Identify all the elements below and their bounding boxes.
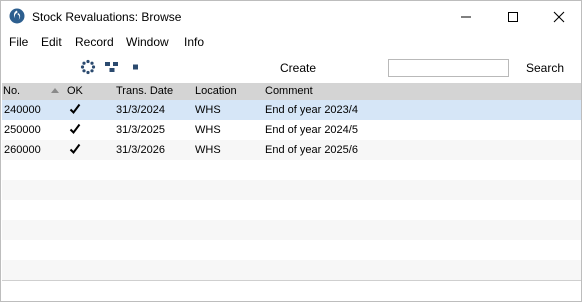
cell-location: WHS (195, 104, 221, 116)
column-header-no[interactable]: No. (3, 85, 20, 97)
title-bar: Stock Revaluations: Browse (1, 1, 581, 32)
table-header: No. OK Trans. Date Location Comment (2, 83, 581, 100)
maximize-button[interactable] (490, 1, 536, 32)
empty-row (2, 220, 581, 240)
close-icon (553, 11, 565, 22)
menu-bar: File Edit Record Window Info (1, 32, 581, 52)
gear-dots-icon[interactable] (80, 59, 96, 75)
table-body: 240000 31/3/2024 WHS End of year 2023/4 … (2, 100, 581, 280)
column-header-trans-date[interactable]: Trans. Date (116, 85, 173, 97)
empty-row (2, 200, 581, 220)
checkmark-icon (69, 123, 81, 135)
window-title: Stock Revaluations: Browse (32, 10, 182, 24)
cell-no: 260000 (4, 144, 41, 156)
sort-ascending-icon (51, 88, 59, 93)
column-header-location[interactable]: Location (195, 85, 237, 97)
app-window: Stock Revaluations: Browse File Edit Rec… (0, 0, 582, 302)
menu-file[interactable]: File (9, 35, 28, 49)
cell-location: WHS (195, 124, 221, 136)
table-row[interactable]: 240000 31/3/2024 WHS End of year 2023/4 (2, 100, 581, 120)
status-divider (2, 280, 581, 281)
minimize-icon (461, 16, 471, 17)
menu-record[interactable]: Record (75, 35, 114, 49)
cell-no: 240000 (4, 104, 41, 116)
app-logo-icon (9, 8, 25, 24)
cell-comment: End of year 2025/6 (265, 144, 358, 156)
empty-row (2, 160, 581, 180)
empty-row (2, 180, 581, 200)
column-header-ok[interactable]: OK (67, 85, 83, 97)
close-button[interactable] (536, 1, 582, 32)
search-button[interactable]: Search (526, 61, 564, 75)
column-header-comment[interactable]: Comment (265, 85, 313, 97)
checkmark-icon (69, 143, 81, 155)
search-input[interactable] (388, 59, 509, 77)
toolbar: Create Search (1, 52, 581, 83)
cell-location: WHS (195, 144, 221, 156)
empty-row (2, 240, 581, 260)
table-row[interactable]: 260000 31/3/2026 WHS End of year 2025/6 (2, 140, 581, 160)
checkmark-icon (69, 103, 81, 115)
cell-comment: End of year 2024/5 (265, 124, 358, 136)
cell-trans-date: 31/3/2026 (116, 144, 165, 156)
minimize-button[interactable] (443, 1, 489, 32)
cell-no: 250000 (4, 124, 41, 136)
create-button[interactable]: Create (280, 61, 316, 75)
menu-edit[interactable]: Edit (41, 35, 62, 49)
square-icon[interactable] (128, 59, 144, 75)
empty-row (2, 260, 581, 280)
menu-window[interactable]: Window (126, 35, 169, 49)
menu-info[interactable]: Info (184, 35, 204, 49)
maximize-icon (508, 11, 518, 22)
cell-comment: End of year 2023/4 (265, 104, 358, 116)
hierarchy-icon[interactable] (104, 59, 120, 75)
cell-trans-date: 31/3/2025 (116, 124, 165, 136)
cell-trans-date: 31/3/2024 (116, 104, 165, 116)
table-row[interactable]: 250000 31/3/2025 WHS End of year 2024/5 (2, 120, 581, 140)
